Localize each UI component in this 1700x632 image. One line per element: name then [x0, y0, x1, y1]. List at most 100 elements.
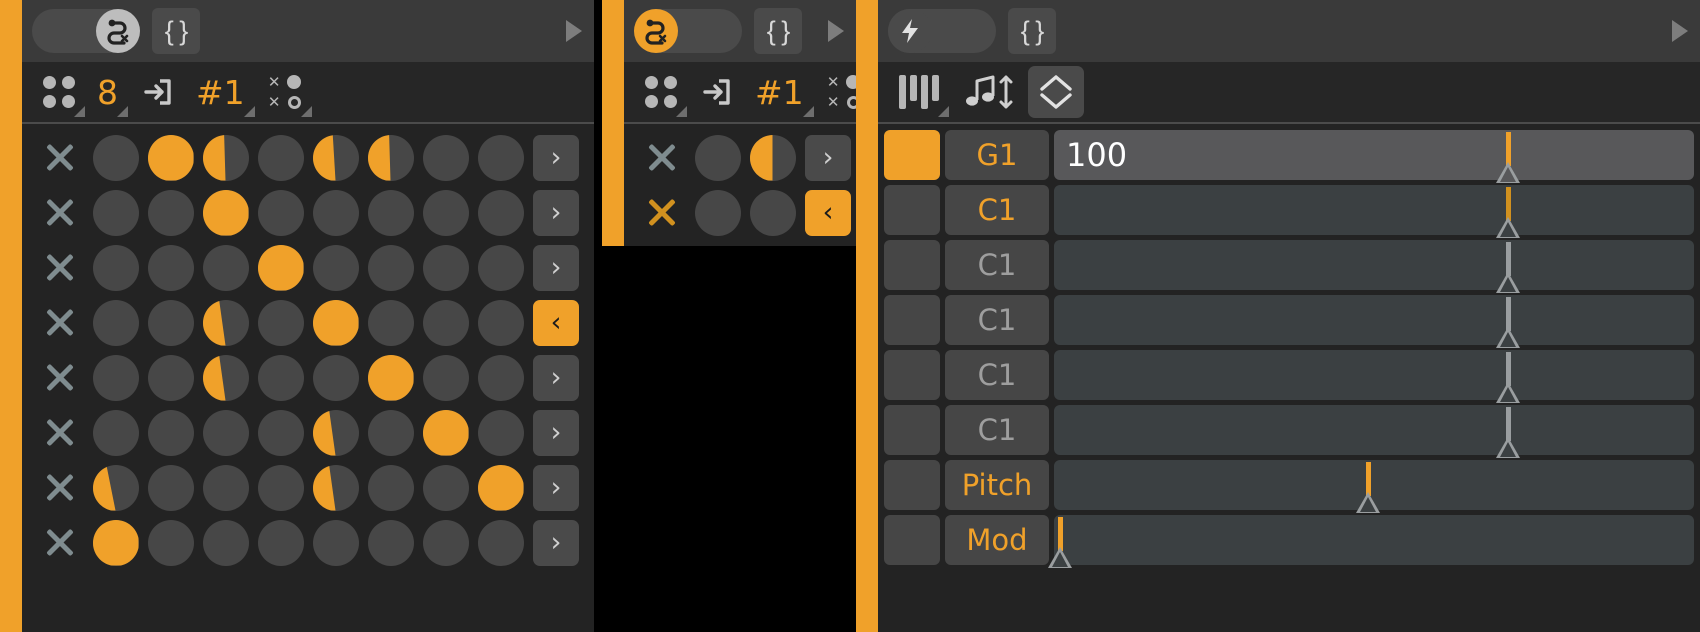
- four-dots-icon[interactable]: [636, 66, 687, 118]
- step-cell[interactable]: [477, 134, 524, 181]
- row-mute-x-icon[interactable]: [32, 515, 88, 570]
- step-cell[interactable]: [202, 299, 249, 346]
- step-cell[interactable]: [257, 464, 304, 511]
- row-direction-right-button[interactable]: ›: [533, 409, 579, 456]
- row-mute-x-icon[interactable]: [32, 130, 88, 185]
- cc-row-enable-toggle[interactable]: [884, 185, 940, 235]
- cc-row-slider-handle[interactable]: [1496, 352, 1521, 408]
- cc-row-slider-track[interactable]: [1054, 295, 1694, 348]
- step-cell[interactable]: [257, 134, 304, 181]
- snake-mode-toggle[interactable]: [32, 9, 140, 53]
- step-cell[interactable]: [422, 299, 469, 346]
- step-cell[interactable]: [477, 519, 524, 566]
- cc-row-slider-handle[interactable]: [1496, 297, 1521, 353]
- cc-row-slider-track[interactable]: [1054, 405, 1694, 458]
- row-mute-x-icon[interactable]: [634, 185, 690, 240]
- row-direction-right-button[interactable]: ›: [533, 464, 579, 511]
- cc-row-slider-track[interactable]: [1054, 350, 1694, 403]
- cc-row-enable-toggle[interactable]: [884, 295, 940, 345]
- cc-row-slider-track[interactable]: [1054, 185, 1694, 238]
- arrow-into-box-icon[interactable]: [131, 66, 183, 118]
- cc-row-slider-handle[interactable]: [1496, 132, 1521, 188]
- step-cell[interactable]: [749, 134, 796, 181]
- row-direction-right-button[interactable]: ›: [533, 134, 579, 181]
- row-mute-x-icon[interactable]: [32, 350, 88, 405]
- step-cell[interactable]: [202, 519, 249, 566]
- snake-mode-toggle[interactable]: [634, 9, 742, 53]
- step-cell[interactable]: [92, 189, 139, 236]
- step-cell[interactable]: [367, 409, 414, 456]
- cc-row-enable-toggle[interactable]: [884, 515, 940, 565]
- curly-braces-button[interactable]: { }: [1008, 8, 1056, 54]
- row-mute-x-icon[interactable]: [32, 405, 88, 460]
- step-cell[interactable]: [147, 409, 194, 456]
- step-cell[interactable]: [257, 244, 304, 291]
- step-cell[interactable]: [92, 464, 139, 511]
- step-cell[interactable]: [477, 354, 524, 401]
- cc-row-slider-track[interactable]: [1054, 460, 1694, 513]
- step-cell[interactable]: [202, 134, 249, 181]
- step-cell[interactable]: [749, 189, 796, 236]
- step-cell[interactable]: [422, 189, 469, 236]
- cc-row-slider-handle[interactable]: [1048, 517, 1073, 573]
- row-direction-left-button[interactable]: ‹: [805, 189, 851, 236]
- step-cell[interactable]: [147, 299, 194, 346]
- step-cell[interactable]: [477, 299, 524, 346]
- cc-row-slider-handle[interactable]: [1496, 242, 1521, 298]
- lightning-mode-toggle[interactable]: [888, 9, 996, 53]
- cc-row-slider-track[interactable]: [1048, 515, 1694, 568]
- piano-keys-icon[interactable]: [890, 66, 949, 118]
- cc-row-enable-toggle[interactable]: [884, 405, 940, 455]
- secondary-accent-bar[interactable]: [602, 0, 624, 246]
- step-cell[interactable]: [422, 409, 469, 456]
- step-cell[interactable]: [257, 409, 304, 456]
- step-cell[interactable]: [312, 519, 359, 566]
- row-direction-right-button[interactable]: ›: [533, 354, 579, 401]
- step-cell[interactable]: [477, 464, 524, 511]
- step-cell[interactable]: [422, 519, 469, 566]
- cc-row-enable-toggle[interactable]: [884, 130, 940, 180]
- cc-accent-bar[interactable]: [856, 0, 878, 632]
- play-triangle-icon[interactable]: [828, 20, 844, 42]
- step-cell[interactable]: [147, 354, 194, 401]
- step-cell[interactable]: [257, 354, 304, 401]
- four-dots-icon[interactable]: [34, 66, 85, 118]
- step-cell[interactable]: [202, 189, 249, 236]
- step-cell[interactable]: [92, 409, 139, 456]
- step-cell[interactable]: [312, 464, 359, 511]
- row-direction-right-button[interactable]: ›: [533, 244, 579, 291]
- curly-braces-button[interactable]: { }: [152, 8, 200, 54]
- step-cell[interactable]: [147, 134, 194, 181]
- x-o-dots-icon[interactable]: ✕ ✕: [258, 66, 312, 118]
- step-cell[interactable]: [312, 189, 359, 236]
- step-count[interactable]: 8: [88, 66, 128, 118]
- row-direction-left-button[interactable]: ‹: [533, 299, 579, 346]
- step-cell[interactable]: [202, 244, 249, 291]
- step-cell[interactable]: [694, 189, 741, 236]
- cc-row-label[interactable]: Mod: [945, 515, 1049, 565]
- step-cell[interactable]: [312, 134, 359, 181]
- diamond-updown-icon[interactable]: [1028, 66, 1084, 118]
- sequencer-accent-bar[interactable]: [0, 0, 22, 632]
- step-cell[interactable]: [367, 519, 414, 566]
- step-cell[interactable]: [312, 354, 359, 401]
- row-mute-x-icon[interactable]: [634, 130, 690, 185]
- step-cell[interactable]: [147, 464, 194, 511]
- step-cell[interactable]: [367, 134, 414, 181]
- row-mute-x-icon[interactable]: [32, 295, 88, 350]
- arrow-into-box-icon[interactable]: [690, 66, 742, 118]
- row-mute-x-icon[interactable]: [32, 460, 88, 515]
- step-cell[interactable]: [257, 299, 304, 346]
- note-arrows-icon[interactable]: [952, 66, 1024, 118]
- step-cell[interactable]: [147, 519, 194, 566]
- step-cell[interactable]: [92, 134, 139, 181]
- cc-row-slider-handle[interactable]: [1496, 407, 1521, 463]
- step-cell[interactable]: [312, 244, 359, 291]
- cc-row-enable-toggle[interactable]: [884, 460, 940, 510]
- cc-row-slider-handle[interactable]: [1355, 462, 1380, 518]
- cc-row-enable-toggle[interactable]: [884, 350, 940, 400]
- cc-row-slider-track[interactable]: 100: [1054, 130, 1694, 183]
- step-cell[interactable]: [477, 244, 524, 291]
- step-cell[interactable]: [147, 189, 194, 236]
- step-cell[interactable]: [367, 464, 414, 511]
